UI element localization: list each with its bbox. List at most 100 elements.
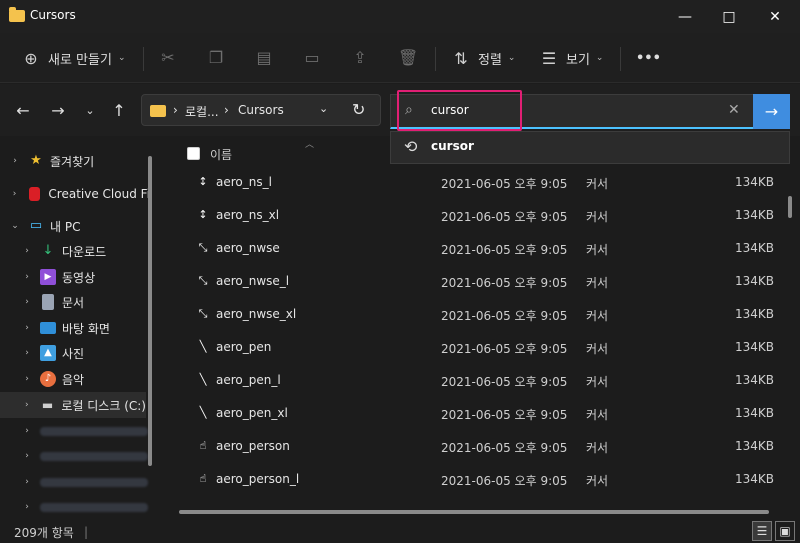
sidebar-item-label: 사진 (62, 346, 85, 361)
expand-icon[interactable]: › (20, 348, 34, 358)
sidebar-item-this-pc[interactable]: ⌄ ▭ 내 PC (0, 213, 150, 239)
sidebar-item-local-disk[interactable]: › ▬ 로컬 디스크 (C:) (0, 392, 146, 418)
expand-icon[interactable]: › (20, 246, 34, 256)
sidebar-item-hidden[interactable]: › (12, 494, 157, 519)
sidebar-item-downloads[interactable]: › ↓ 다운로드 (12, 238, 157, 264)
file-type: 커서 (586, 276, 609, 290)
more-options-button[interactable]: ••• (636, 45, 661, 71)
document-icon (42, 294, 54, 310)
search-go-button[interactable]: → (753, 94, 790, 129)
file-row[interactable]: ⤡ aero_nwse 2021-06-05 오후 9:05 커서 134KB (160, 234, 800, 267)
minimize-button[interactable]: — (662, 0, 708, 33)
recent-locations-button[interactable]: ⌄ (79, 100, 101, 122)
expand-icon[interactable]: › (20, 426, 34, 436)
details-view-button[interactable]: ☰ (752, 521, 772, 541)
sidebar-item-videos[interactable]: › ▶ 동영상 (12, 264, 157, 290)
sort-ascending-icon: ︿ (305, 140, 315, 150)
plus-circle-icon: ⊕ (24, 48, 38, 68)
sidebar-item-hidden[interactable]: › (12, 418, 157, 444)
breadcrumb-overflow[interactable]: 로컬... (185, 103, 219, 120)
creative-cloud-icon (29, 187, 41, 201)
chevron-down-icon: ⌄ (117, 53, 126, 63)
sidebar-item-label: Creative Cloud Fi (48, 187, 150, 201)
expand-icon[interactable]: › (20, 272, 34, 282)
file-list-vertical-scrollbar[interactable] (788, 196, 792, 218)
status-divider: | (84, 525, 89, 539)
back-button[interactable]: ← (12, 100, 34, 122)
clear-search-icon[interactable]: ✕ (728, 102, 740, 118)
paste-icon[interactable]: ▤ (254, 48, 274, 68)
divider (620, 47, 621, 71)
column-header-name[interactable]: 이름 (210, 146, 232, 163)
breadcrumb-current[interactable]: Cursors (238, 103, 284, 117)
file-row[interactable]: ╲ aero_pen_l 2021-06-05 오후 9:05 커서 134KB (160, 366, 800, 399)
sidebar-item-music[interactable]: › ♪ 음악 (12, 366, 157, 392)
close-button[interactable]: ✕ (752, 0, 798, 33)
file-row[interactable]: ⤡ aero_nwse_xl 2021-06-05 오후 9:05 커서 134… (160, 300, 800, 333)
sort-button[interactable]: ⇅ 정렬 ⌄ (452, 45, 515, 71)
expand-icon[interactable]: › (20, 323, 34, 333)
tiles-view-button[interactable]: ▣ (775, 521, 795, 541)
copy-icon[interactable]: ❐ (206, 48, 226, 68)
sidebar-item-favorites[interactable]: › ★ 즐겨찾기 (0, 148, 150, 174)
expand-icon[interactable]: › (8, 189, 21, 199)
file-row[interactable]: ╲ aero_pen 2021-06-05 오후 9:05 커서 134KB (160, 333, 800, 366)
expand-icon[interactable]: › (8, 156, 22, 166)
sort-button-label: 정렬 (478, 52, 502, 68)
sidebar-item-label: 내 PC (50, 219, 81, 234)
file-type: 커서 (586, 441, 609, 455)
file-name: aero_ns_l (216, 175, 272, 189)
file-size: 134KB (735, 241, 775, 255)
sidebar-scrollbar[interactable] (148, 156, 152, 466)
file-row[interactable]: ☝ aero_person_l 2021-06-05 오후 9:05 커서 13… (160, 465, 800, 498)
search-suggestion[interactable]: ⟲ cursor (390, 131, 790, 164)
sidebar-item-documents[interactable]: › 문서 (12, 289, 157, 315)
cursor-file-icon: ↕ (198, 208, 208, 221)
sidebar-item-pictures[interactable]: › ▲ 사진 (12, 340, 157, 366)
file-row[interactable]: ╲ aero_pen_xl 2021-06-05 오후 9:05 커서 134K… (160, 399, 800, 432)
sort-icon: ⇅ (454, 48, 468, 68)
address-dropdown-icon[interactable]: ⌄ (319, 102, 328, 115)
expand-icon[interactable]: › (20, 502, 34, 512)
view-button[interactable]: ☰ 보기 ⌄ (540, 45, 604, 71)
sidebar-item-creative-cloud[interactable]: › Creative Cloud Fi (0, 181, 150, 207)
expand-icon[interactable]: › (20, 297, 34, 307)
sidebar-item-desktop[interactable]: › 바탕 화면 (12, 315, 157, 341)
sidebar-item-label: 다운로드 (62, 244, 107, 259)
sidebar-item-label: 즐겨찾기 (50, 154, 95, 169)
folder-icon (150, 105, 166, 117)
file-row[interactable]: ☝ aero_person 2021-06-05 오후 9:05 커서 134K… (160, 432, 800, 465)
rename-icon[interactable]: ▭ (302, 48, 322, 68)
pictures-icon: ▲ (40, 345, 56, 361)
address-bar[interactable]: › 로컬... › Cursors ⌄ ↻ (141, 94, 381, 126)
forward-button[interactable]: → (47, 100, 69, 122)
sidebar-item-hidden[interactable]: › (12, 469, 157, 495)
new-button[interactable]: ⊕ 새로 만들기 ⌄ (22, 45, 125, 71)
file-type: 커서 (586, 342, 609, 356)
share-icon[interactable]: ⇪ (350, 48, 370, 68)
delete-icon[interactable]: 🗑 (398, 48, 418, 68)
sidebar-item-label: 바탕 화면 (62, 321, 110, 336)
file-row[interactable]: ⤡ aero_nwse_l 2021-06-05 오후 9:05 커서 134K… (160, 267, 800, 300)
collapse-icon[interactable]: ⌄ (8, 221, 22, 231)
cut-icon[interactable]: ✂ (158, 48, 178, 68)
select-all-checkbox[interactable] (187, 147, 200, 160)
file-name: aero_ns_xl (216, 208, 280, 222)
expand-icon[interactable]: › (20, 374, 34, 384)
file-type: 커서 (586, 210, 609, 224)
window-title: Cursors (30, 8, 76, 22)
expand-icon[interactable]: › (20, 400, 34, 410)
file-row[interactable]: ↕ aero_ns_xl 2021-06-05 오후 9:05 커서 134KB (160, 201, 800, 234)
pc-icon: ▭ (29, 218, 43, 233)
maximize-button[interactable]: □ (706, 0, 752, 33)
up-button[interactable]: ↑ (108, 100, 130, 122)
cursor-file-icon: ╲ (199, 406, 207, 419)
expand-icon[interactable]: › (20, 451, 34, 461)
file-size: 134KB (735, 406, 775, 420)
video-icon: ▶ (40, 269, 56, 285)
file-list-horizontal-scrollbar[interactable] (179, 510, 769, 514)
file-row[interactable]: ↕ aero_ns_l 2021-06-05 오후 9:05 커서 134KB (160, 168, 800, 201)
expand-icon[interactable]: › (20, 477, 34, 487)
refresh-icon[interactable]: ↻ (352, 100, 365, 119)
sidebar-item-hidden[interactable]: › (12, 443, 157, 469)
